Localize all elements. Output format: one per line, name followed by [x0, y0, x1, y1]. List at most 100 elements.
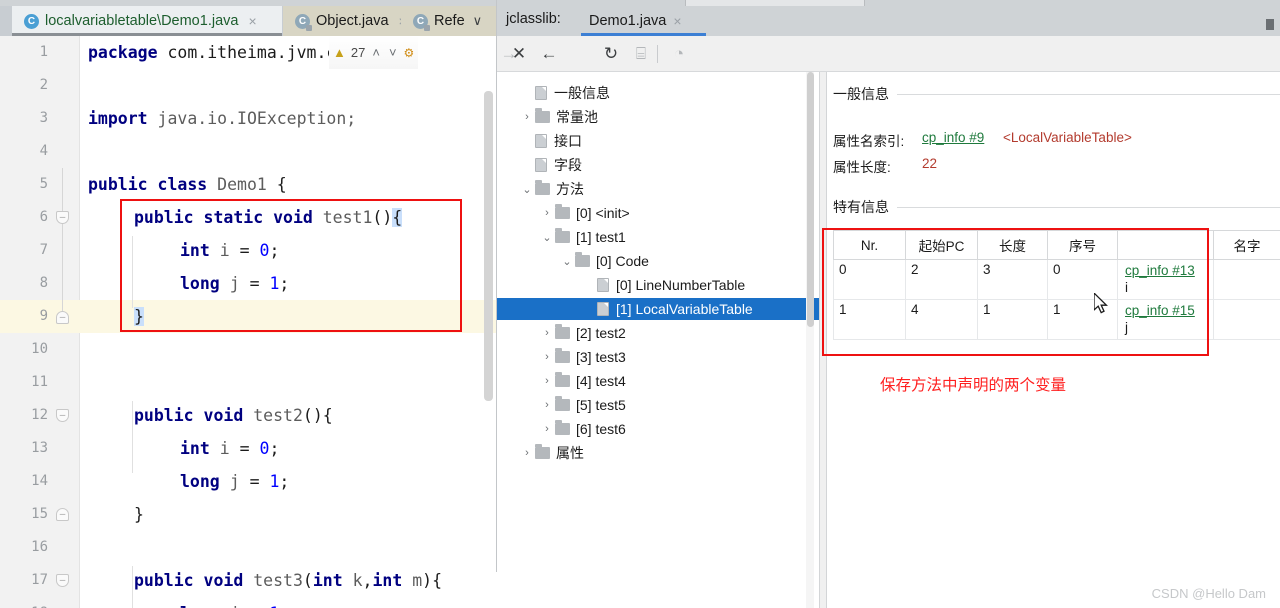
tree-twisty[interactable]: ⌄: [539, 231, 555, 244]
fold-collapse-icon[interactable]: –: [56, 574, 69, 587]
fold-collapse-icon[interactable]: –: [56, 409, 69, 422]
tree-node-method-test1[interactable]: ⌄ [1] test1: [497, 226, 819, 248]
code-line[interactable]: public static void test1(){: [134, 201, 403, 234]
tree-twisty[interactable]: ›: [539, 351, 555, 363]
app-root: C localvariabletable\Demo1.java × C Obje…: [0, 0, 1280, 608]
cell-length[interactable]: 3: [977, 259, 1048, 300]
tree-node-attributes[interactable]: › 属性: [497, 442, 819, 464]
cp-info-name: j: [1125, 320, 1128, 335]
save-button[interactable]: ⌸: [629, 42, 653, 66]
code-line[interactable]: public class Demo1 {: [88, 168, 287, 201]
code-line[interactable]: int i = 0;: [180, 234, 279, 267]
code-line[interactable]: }: [134, 498, 144, 531]
panel-splitter[interactable]: [819, 72, 827, 608]
tree-node-localvariabletable[interactable]: [1] LocalVariableTable: [497, 298, 819, 320]
column-header-name[interactable]: 名字: [1213, 230, 1280, 260]
tree-scrollbar-thumb[interactable]: [807, 72, 814, 327]
cell-nr[interactable]: 0: [833, 259, 906, 300]
tree-twisty[interactable]: ›: [519, 447, 535, 459]
tree-node-general-info[interactable]: 一般信息: [497, 82, 819, 104]
code-line[interactable]: import java.io.IOException;: [88, 102, 356, 135]
inspection-widget[interactable]: ▲ 27 ˄ ˅ ⚙: [329, 36, 419, 69]
table-row[interactable]: 1 4 1 1 cp_info #15 j: [833, 299, 1280, 340]
local-variable-table[interactable]: Nr. 起始PC 长度 序号 名字 0 2 3 0 cp_info #13 i: [833, 230, 1280, 340]
tree-twisty[interactable]: ⌄: [519, 183, 535, 196]
forward-button[interactable]: →: [497, 42, 521, 66]
inspection-next-icon[interactable]: ˅: [387, 45, 399, 60]
column-header-cp-info[interactable]: [1117, 230, 1214, 260]
toolbar-separator: [657, 45, 658, 63]
section-rule: [897, 93, 1280, 95]
code-line[interactable]: long j = 1;: [180, 597, 289, 608]
tree-twisty[interactable]: ⌄: [559, 255, 575, 268]
tree-scrollbar[interactable]: [806, 72, 814, 608]
column-header-index[interactable]: 序号: [1047, 230, 1118, 260]
attr-name-index-value: <LocalVariableTable>: [1003, 130, 1132, 145]
tree-node-linenumbertable[interactable]: [0] LineNumberTable: [497, 274, 819, 296]
reload-button[interactable]: ↻: [599, 42, 623, 66]
tree-node-label: 方法: [556, 181, 584, 197]
cell-cp-info[interactable]: cp_info #15 j: [1117, 299, 1214, 340]
tab-jclasslib-demo1[interactable]: Demo1.java ×: [581, 6, 690, 36]
back-button[interactable]: ←: [537, 42, 561, 66]
jclasslib-label: jclasslib:: [506, 11, 561, 27]
fold-collapse-icon[interactable]: –: [56, 311, 69, 324]
tree-node-method-test3[interactable]: › [3] test3: [497, 346, 819, 368]
cell-nr[interactable]: 1: [833, 299, 906, 340]
code-line[interactable]: package com.itheima.jvm.cha|: [88, 36, 366, 69]
jclasslib-tab-close-icon[interactable]: ×: [673, 13, 681, 29]
fold-collapse-icon[interactable]: –: [56, 211, 69, 224]
tree-twisty[interactable]: ›: [539, 399, 555, 411]
cp-info-link[interactable]: cp_info #13: [1125, 262, 1208, 279]
gear-icon[interactable]: ⚙: [404, 46, 415, 60]
code-line[interactable]: public void test2(){: [134, 399, 333, 432]
column-header-start-pc[interactable]: 起始PC: [905, 230, 978, 260]
cell-start-pc[interactable]: 2: [905, 259, 978, 300]
inspection-prev-icon[interactable]: ˄: [370, 45, 382, 60]
panel-options-icon[interactable]: [1266, 19, 1274, 30]
code-editor[interactable]: 1 2 3 4 5 6 7 8 9 10 11 12 13 14 15 16 1…: [0, 36, 497, 608]
tab-close-icon[interactable]: ×: [248, 13, 256, 29]
table-row[interactable]: 0 2 3 0 cp_info #13 i: [833, 259, 1280, 300]
tree-node-method-test4[interactable]: › [4] test4: [497, 370, 819, 392]
tree-node-method-init[interactable]: › [0] <init>: [497, 202, 819, 224]
tree-node-method-test2[interactable]: › [2] test2: [497, 322, 819, 344]
code-line[interactable]: long j = 1;: [180, 267, 289, 300]
tab-reference-java[interactable]: C Refe ∨: [401, 6, 497, 36]
cell-name[interactable]: [1213, 259, 1280, 300]
cell-cp-info[interactable]: cp_info #13 i: [1117, 259, 1214, 300]
fold-collapse-icon[interactable]: –: [56, 508, 69, 521]
code-line[interactable]: public void test3(int k,int m){: [134, 564, 442, 597]
tree-node-methods[interactable]: ⌄ 方法: [497, 178, 819, 200]
tab-object-java[interactable]: C Object.java ×: [283, 6, 407, 36]
tree-node-constant-pool[interactable]: › 常量池: [497, 106, 819, 128]
cell-start-pc[interactable]: 4: [905, 299, 978, 340]
tree-node-method-test6[interactable]: › [6] test6: [497, 418, 819, 440]
tree-node-method-test5[interactable]: › [5] test5: [497, 394, 819, 416]
attr-name-index-link[interactable]: cp_info #9: [922, 130, 984, 145]
column-header-nr[interactable]: Nr.: [833, 230, 906, 260]
browse-button[interactable]: ◔: [667, 42, 691, 66]
tree-twisty[interactable]: ›: [539, 327, 555, 339]
tree-twisty[interactable]: ›: [539, 207, 555, 219]
tree-twisty[interactable]: ›: [539, 423, 555, 435]
tree-node-code[interactable]: ⌄ [0] Code: [497, 250, 819, 272]
tree-twisty[interactable]: ›: [519, 111, 535, 123]
tree-node-label: 属性: [556, 445, 584, 461]
cell-name[interactable]: [1213, 299, 1280, 340]
cp-info-link[interactable]: cp_info #15: [1125, 302, 1208, 319]
code-line[interactable]: int i = 0;: [180, 432, 279, 465]
tree-twisty[interactable]: ›: [539, 375, 555, 387]
jclasslib-tree[interactable]: 一般信息 › 常量池 接口 字段 ⌄ 方法 › [0] <init> ⌄ [1]…: [497, 72, 819, 608]
line-number: 14: [31, 473, 48, 489]
file-icon: [597, 302, 609, 316]
code-line[interactable]: long j = 1;: [180, 465, 289, 498]
column-header-length[interactable]: 长度: [977, 230, 1048, 260]
chevron-down-icon[interactable]: ∨: [473, 13, 483, 29]
tree-node-interfaces[interactable]: 接口: [497, 130, 819, 152]
tree-node-fields[interactable]: 字段: [497, 154, 819, 176]
tab-demo1-java[interactable]: C localvariabletable\Demo1.java ×: [12, 6, 282, 36]
editor-scrollbar[interactable]: [484, 91, 493, 401]
code-line[interactable]: }: [134, 300, 144, 333]
cell-length[interactable]: 1: [977, 299, 1048, 340]
